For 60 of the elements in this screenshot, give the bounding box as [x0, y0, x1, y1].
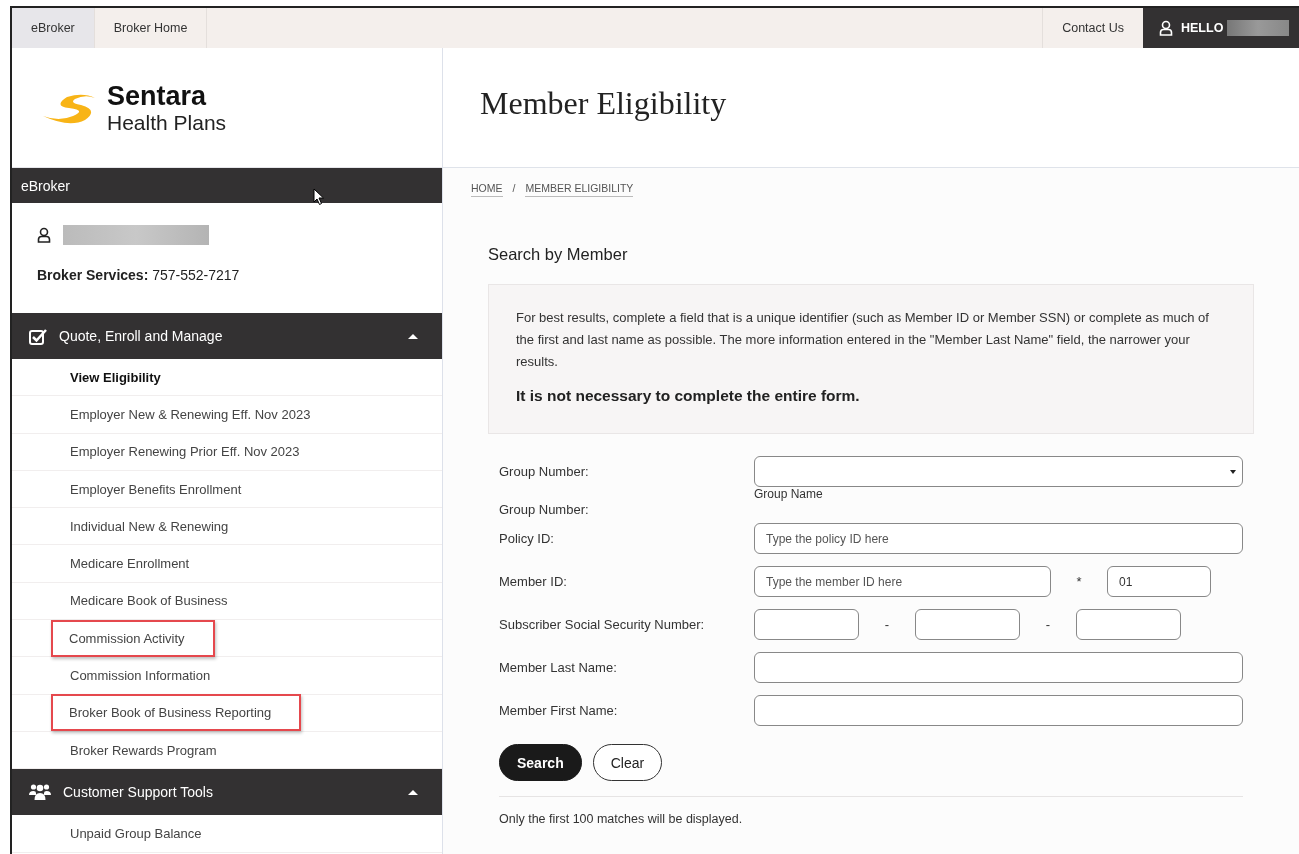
input-field[interactable]	[754, 652, 1243, 683]
caret-icon	[1230, 469, 1236, 474]
section-heading: Search by Member	[488, 245, 629, 264]
group-name-text: Group Name	[754, 487, 823, 501]
logo-name: Sentara	[107, 82, 208, 110]
breadcrumb-link[interactable]: MEMBER ELIGIBILITY	[525, 182, 634, 197]
asterisk-mark: *	[1075, 574, 1083, 589]
input-field[interactable]	[1076, 609, 1181, 640]
user-icon	[37, 227, 51, 243]
sidebar-link[interactable]: Employer Benefits Enrollment	[70, 481, 242, 497]
redaction-mark	[1227, 20, 1290, 36]
field-label: Subscriber Social Security Number:	[499, 617, 706, 632]
section-header[interactable]: Customer Support Tools	[12, 769, 442, 816]
nav-tab[interactable]: Broker Home	[94, 8, 208, 48]
input-field[interactable]: 01	[1107, 566, 1211, 597]
input-field[interactable]	[754, 609, 859, 640]
field-label: Member First Name:	[499, 703, 619, 718]
input-field[interactable]	[915, 609, 1020, 640]
dash-mark: -	[1044, 617, 1052, 632]
input-field[interactable]: Type the policy ID here	[754, 523, 1243, 554]
form-button[interactable]: Clear	[592, 744, 663, 781]
section-header[interactable]: Quote, Enroll and Manage	[12, 313, 442, 359]
info-text: For best results, complete a field that is a unique identifier (such as Member ID or Member SSN) or complete as much of the first and last name as possible. The more information entered in the "Member Last Name" field, the narrower your results.	[516, 309, 1210, 371]
checkbox-icon	[29, 327, 47, 345]
sidebar-link[interactable]: Commission Information	[70, 668, 211, 683]
field-label: Member Last Name:	[499, 660, 618, 675]
form-button[interactable]: Search	[499, 744, 582, 781]
breadcrumb-link[interactable]: HOME	[471, 182, 503, 197]
field-label: Member ID:	[499, 574, 568, 589]
caret-icon	[408, 788, 418, 796]
caret-icon	[408, 332, 418, 340]
sidebar-link[interactable]: Broker Book of Business Reporting	[69, 705, 272, 721]
sidebar-link[interactable]: Broker Rewards Program	[70, 742, 217, 758]
broker-services-text: Broker Services: 757-552-7217	[36, 266, 241, 283]
field-label: Group Number:	[499, 464, 590, 479]
results-note: Only the first 100 matches will be displayed.	[499, 812, 744, 826]
logo-subtitle: Health Plans	[107, 111, 227, 133]
input-field[interactable]: Type the member ID here	[754, 566, 1051, 597]
sidebar-link[interactable]: Employer Renewing Prior Eff. Nov 2023	[70, 444, 300, 460]
users-icon	[29, 783, 51, 802]
input-field[interactable]	[754, 695, 1243, 726]
breadcrumb-separator: /	[512, 182, 516, 196]
sidebar-title: eBroker	[21, 177, 71, 194]
sidebar-link[interactable]: Commission Activity	[69, 630, 185, 646]
sidebar-link[interactable]: View Eligibility	[70, 369, 161, 385]
user-icon	[1159, 20, 1173, 36]
sidebar-link[interactable]: Medicare Book of Business	[70, 593, 228, 609]
field-label: Policy ID:	[499, 531, 555, 546]
info-emphasis: It is not necessary to complete the entire form.	[516, 386, 861, 406]
sidebar-link[interactable]: Unpaid Group Balance	[70, 825, 202, 841]
dash-mark: -	[883, 617, 891, 632]
account-menu[interactable]: HELLO	[1143, 8, 1299, 48]
sidebar-link[interactable]: Employer New & Renewing Eff. Nov 2023	[70, 406, 311, 422]
field-label: Group Number:	[499, 502, 590, 517]
sidebar-link[interactable]: Individual New & Renewing	[70, 518, 229, 534]
sidebar-link[interactable]: Medicare Enrollment	[70, 556, 190, 572]
mouse-cursor-icon	[313, 188, 325, 206]
nav-tab[interactable]: eBroker	[12, 8, 95, 48]
page-title: Member Eligibility	[480, 85, 727, 122]
group-number-dropdown[interactable]	[754, 456, 1243, 487]
